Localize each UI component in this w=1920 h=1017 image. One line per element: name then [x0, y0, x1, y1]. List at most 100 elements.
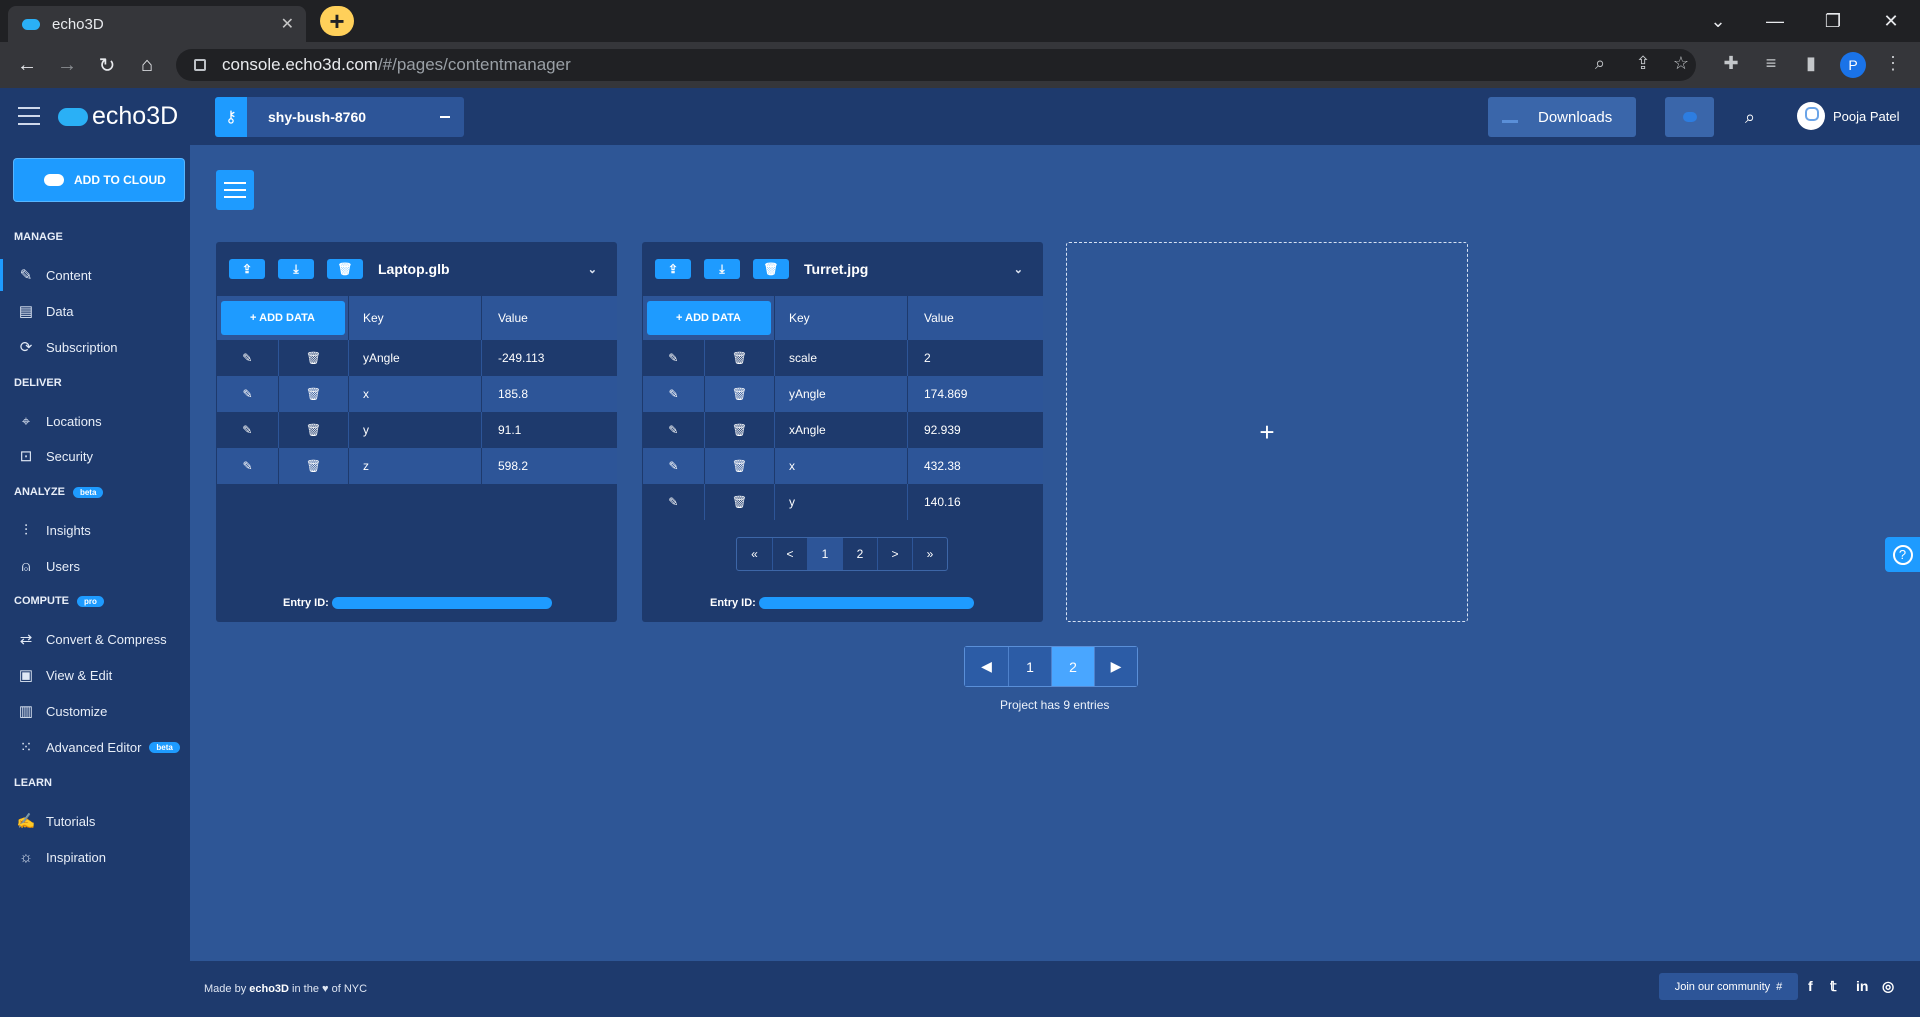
zoom-icon[interactable]: ⌕ [1587, 50, 1613, 76]
browser-menu-icon[interactable]: ⋮ [1880, 50, 1906, 76]
prev-page-button[interactable]: < [772, 538, 807, 570]
sidebar-item-advanced-editor[interactable]: ⁙ Advanced Editor beta [0, 731, 190, 763]
row-value: 92.939 [907, 412, 1043, 448]
first-page-button[interactable]: « [737, 538, 772, 570]
plus-icon: + [1259, 416, 1275, 447]
sidebar-item-data[interactable]: ▤ Data [0, 295, 190, 327]
help-button[interactable]: ? [1885, 537, 1920, 572]
trash-icon[interactable]: 🗑 [704, 484, 775, 520]
trash-icon[interactable]: 🗑 [278, 412, 349, 448]
page-1-button[interactable]: 1 [807, 538, 842, 570]
prev-page-arrow-button[interactable]: ◀ [965, 647, 1008, 686]
address-bar[interactable]: console.echo3d.com/#/pages/contentmanage… [176, 49, 1696, 81]
browser-profile-avatar[interactable]: P [1840, 52, 1866, 78]
last-page-button[interactable]: » [912, 538, 947, 570]
sidebar-item-tutorials[interactable]: ✍ Tutorials [0, 805, 190, 837]
row-key: yAngle [348, 340, 482, 376]
edit-icon[interactable]: ✎ [643, 484, 705, 520]
trash-icon[interactable]: 🗑 [704, 412, 775, 448]
sidebar-item-inspiration[interactable]: ☼ Inspiration [0, 841, 190, 873]
browser-tab[interactable]: echo3D ✕ [8, 6, 306, 42]
media-controls-icon[interactable]: ≡ [1758, 50, 1784, 76]
theme-toggle-button[interactable] [1665, 97, 1714, 137]
search-icon[interactable]: ⌕ [1745, 107, 1755, 128]
back-icon[interactable]: ← [12, 50, 42, 80]
side-panel-icon[interactable]: ▮ [1798, 50, 1824, 76]
join-community-button[interactable]: Join our community # [1659, 973, 1798, 1000]
github-icon[interactable]: ◎ [1882, 978, 1894, 995]
download-button[interactable]: ⤓ [278, 259, 314, 279]
list-view-button[interactable] [216, 170, 254, 210]
forward-icon[interactable]: → [52, 50, 82, 80]
row-value: -249.113 [481, 340, 617, 376]
page-1-button[interactable]: 1 [1008, 647, 1051, 686]
next-page-arrow-button[interactable]: ▶ [1094, 647, 1137, 686]
content-card-turret: ⇪ ⤓ 🗑 Turret.jpg ⌄ + ADD DATA Key Value … [642, 242, 1043, 622]
close-window-icon[interactable]: ✕ [1868, 6, 1914, 36]
trash-icon[interactable]: 🗑 [278, 448, 349, 484]
twitter-icon[interactable]: 𝕥 [1830, 978, 1837, 995]
tab-search-icon[interactable]: ⌄ [1695, 6, 1741, 36]
table-row: ✎ 🗑 x 185.8 [216, 376, 617, 412]
echo3d-logo[interactable]: echo3D [58, 102, 178, 131]
trash-icon[interactable]: 🗑 [704, 376, 775, 412]
page-2-button[interactable]: 2 [1051, 647, 1094, 686]
edit-icon[interactable]: ✎ [642, 376, 705, 412]
reload-icon[interactable]: ↻ [92, 50, 122, 80]
edit-icon[interactable]: ✎ [642, 448, 705, 484]
chevron-down-icon[interactable]: ⌄ [1014, 263, 1023, 276]
bookmark-star-icon[interactable]: ☆ [1668, 50, 1694, 76]
sidebar-item-locations[interactable]: ⌖ Locations [0, 405, 190, 437]
upload-button[interactable]: ⇪ [655, 259, 691, 279]
sidebar-item-users[interactable]: ⍝ Users [0, 550, 190, 582]
downloads-button[interactable]: Downloads [1488, 97, 1636, 137]
restore-window-icon[interactable]: ❐ [1810, 6, 1856, 36]
entry-id: Entry ID: [710, 597, 974, 609]
sidebar-item-content[interactable]: ✎ Content [0, 259, 190, 291]
minimize-window-icon[interactable]: — [1752, 6, 1798, 36]
next-page-button[interactable]: > [877, 538, 912, 570]
home-icon[interactable]: ⌂ [132, 50, 162, 80]
trash-icon[interactable]: 🗑 [278, 376, 349, 412]
trash-icon[interactable]: 🗑 [278, 340, 349, 376]
edit-icon[interactable]: ✎ [216, 448, 279, 484]
linkedin-icon[interactable]: in [1856, 978, 1868, 994]
add-content-card[interactable]: + [1066, 242, 1468, 622]
add-to-cloud-button[interactable]: ADD TO CLOUD [14, 159, 184, 201]
edit-icon[interactable]: ✎ [643, 412, 705, 448]
sidebar-item-view-edit[interactable]: ▣ View & Edit [0, 659, 190, 691]
sidebar-item-insights[interactable]: ⫶ Insights [0, 514, 190, 546]
upload-button[interactable]: ⇪ [229, 259, 265, 279]
sidebar-item-convert-compress[interactable]: ⇄ Convert & Compress [0, 623, 190, 655]
chevron-down-icon[interactable]: ⌄ [588, 263, 597, 276]
trash-icon[interactable]: 🗑 [704, 448, 775, 484]
user-icon: ⍝ [21, 557, 31, 575]
sidebar-item-security[interactable]: ⊡ Security [0, 440, 190, 472]
extensions-icon[interactable]: ✚ [1718, 50, 1744, 76]
edit-icon[interactable]: ✎ [217, 412, 279, 448]
api-key-selector[interactable]: ⚷ shy-bush-8760 [215, 97, 464, 137]
sidebar-item-customize[interactable]: ▥ Customize [0, 695, 190, 727]
hamburger-menu-icon[interactable] [18, 107, 40, 125]
collapse-minus-icon[interactable] [440, 116, 450, 118]
download-button[interactable]: ⤓ [704, 259, 740, 279]
trash-icon[interactable]: 🗑 [704, 340, 775, 376]
facebook-icon[interactable]: f [1808, 978, 1813, 994]
new-tab-button[interactable]: + [320, 6, 354, 36]
page-2-button[interactable]: 2 [842, 538, 877, 570]
close-tab-icon[interactable]: ✕ [281, 14, 294, 34]
add-data-button[interactable]: + ADD DATA [220, 301, 345, 335]
share-icon[interactable]: ⇪ [1630, 50, 1656, 76]
edit-icon[interactable]: ✎ [216, 376, 279, 412]
edit-icon[interactable]: ✎ [217, 340, 279, 376]
delete-button[interactable]: 🗑 [327, 259, 363, 279]
user-menu[interactable]: Pooja Patel [1797, 102, 1900, 130]
delete-button[interactable]: 🗑 [753, 259, 789, 279]
edit-icon[interactable]: ✎ [643, 340, 705, 376]
data-document-icon: ▤ [18, 303, 34, 320]
list-icon-line [224, 196, 246, 198]
add-data-button[interactable]: + ADD DATA [646, 301, 771, 335]
table-row: ✎ 🗑 yAngle -249.113 [217, 340, 617, 376]
sidebar-item-label: Security [46, 448, 93, 464]
sidebar-item-subscription[interactable]: ⟳ Subscription [0, 331, 190, 363]
